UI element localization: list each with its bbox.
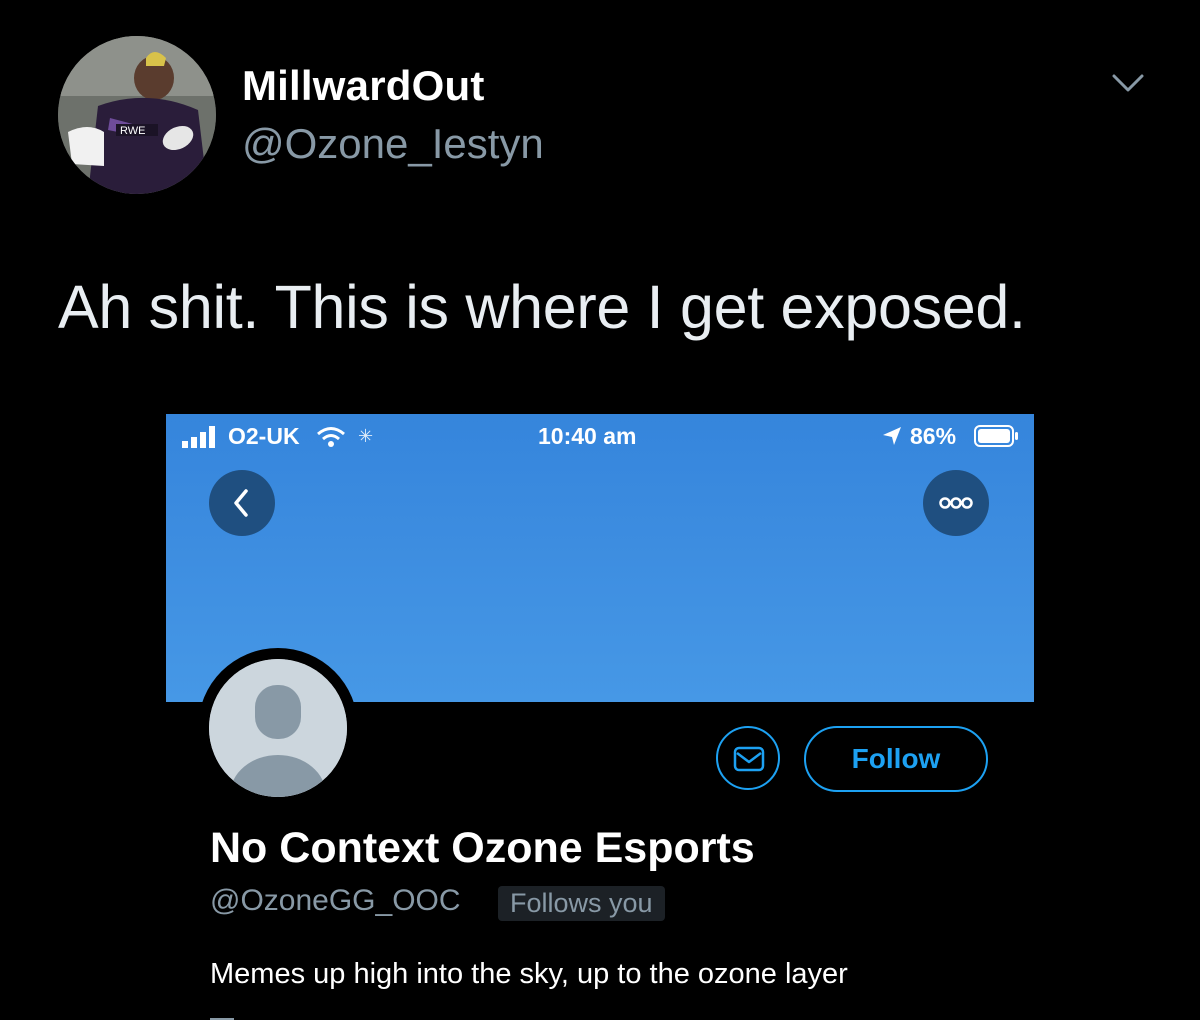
- activity-spinner-icon: ✳: [358, 426, 374, 446]
- message-button[interactable]: [716, 726, 780, 790]
- author-display-name[interactable]: MillwardOut: [242, 62, 485, 110]
- wifi-icon: [317, 427, 345, 447]
- profile-bio: Memes up high into the sky, up to the oz…: [210, 958, 848, 990]
- follow-button[interactable]: Follow: [804, 726, 988, 792]
- profile-name: No Context Ozone Esports: [210, 824, 755, 872]
- signal-icon: [182, 426, 215, 448]
- battery-icon: [974, 425, 1018, 447]
- embedded-screenshot[interactable]: O2-UK ✳ 10:40 am 86% Follow No Context O…: [166, 414, 1034, 1020]
- back-button[interactable]: [209, 470, 275, 536]
- carrier-label: O2-UK: [228, 423, 300, 449]
- location-arrow-icon: [883, 427, 901, 445]
- profile-picture[interactable]: [209, 659, 347, 797]
- follows-you-badge: Follows you: [498, 886, 665, 921]
- status-time: 10:40 am: [538, 423, 637, 449]
- battery-percent: 86%: [910, 423, 957, 449]
- author-handle[interactable]: @Ozone_Iestyn: [242, 120, 544, 168]
- tweet-page: RWE MillwardOut @Ozone_Iestyn Ah shit. T…: [0, 0, 1200, 1020]
- author-avatar[interactable]: RWE: [58, 36, 216, 194]
- profile-handle: @OzoneGG_OOC: [210, 884, 461, 917]
- more-dots-icon: [939, 497, 973, 509]
- status-bar: O2-UK ✳ 10:40 am 86%: [166, 414, 1034, 458]
- tweet-text: Ah shit. This is where I get exposed.: [58, 273, 1026, 341]
- envelope-icon: [733, 746, 765, 772]
- chevron-down-icon[interactable]: [1108, 68, 1148, 98]
- calendar-icon: [210, 1018, 234, 1020]
- chevron-left-icon: [234, 489, 248, 517]
- avatar-shirt-text: RWE: [120, 125, 145, 137]
- rugby-player-avatar-icon: RWE: [58, 36, 216, 194]
- more-options-button[interactable]: [923, 470, 989, 536]
- default-avatar-icon: [209, 659, 347, 797]
